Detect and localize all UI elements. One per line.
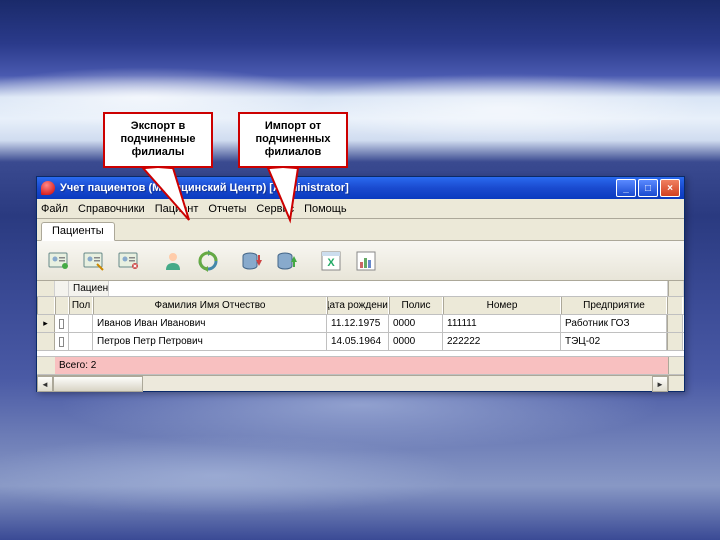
- tb-export[interactable]: [236, 245, 268, 277]
- scroll-right-icon[interactable]: ►: [652, 376, 668, 392]
- scroll-left-icon[interactable]: ◄: [37, 376, 53, 392]
- data-grid: Пациент Пол Фамилия Имя Отчество Дата ро…: [37, 281, 684, 375]
- filter-row: Пациент: [37, 281, 684, 297]
- callout-export-text: Экспорт в подчиненные филиалы: [103, 112, 213, 168]
- cell-polis: 0000: [389, 315, 443, 332]
- menu-file[interactable]: Файл: [41, 203, 68, 215]
- minimize-button[interactable]: _: [616, 179, 636, 197]
- tb-excel[interactable]: X: [315, 245, 347, 277]
- header-row: Пол Фамилия Имя Отчество Дата рождения П…: [37, 297, 684, 315]
- cell-fio: Иванов Иван Иванович: [93, 315, 327, 332]
- callout-arrow-icon: [133, 168, 193, 228]
- scroll-thumb[interactable]: [53, 376, 143, 392]
- callout-import: Импорт от подчиненных филиалов: [238, 112, 348, 168]
- app-icon: [41, 181, 55, 195]
- tb-card1[interactable]: [43, 245, 75, 277]
- table-row[interactable]: ▸ Иванов Иван Иванович 11.12.1975 0000 1…: [37, 315, 684, 333]
- cell-date: 11.12.1975: [327, 315, 389, 332]
- menu-report[interactable]: Отчеты: [208, 203, 246, 215]
- callout-export: Экспорт в подчиненные филиалы: [103, 112, 213, 168]
- footer-row: Всего: 2: [37, 357, 684, 375]
- menu-help[interactable]: Помощь: [304, 203, 347, 215]
- col-polis[interactable]: Полис: [389, 297, 443, 314]
- cell-nomer: 222222: [443, 333, 561, 350]
- cell-polis: 0000: [389, 333, 443, 350]
- footer-total: Всего: 2: [55, 357, 115, 374]
- cell-pred: Работник ГОЗ: [561, 315, 667, 332]
- col-pred[interactable]: Предприятие: [561, 297, 667, 314]
- col-pol[interactable]: Пол: [69, 297, 93, 314]
- maximize-button[interactable]: □: [638, 179, 658, 197]
- callout-arrow-icon: [258, 168, 308, 228]
- cell-date: 14.05.1964: [327, 333, 389, 350]
- table-row[interactable]: Петров Петр Петрович 14.05.1964 0000 222…: [37, 333, 684, 351]
- checkbox-icon: [59, 337, 64, 347]
- cell-fio: Петров Петр Петрович: [93, 333, 327, 350]
- tab-patients[interactable]: Пациенты: [41, 222, 115, 241]
- cell-nomer: 111111: [443, 315, 561, 332]
- tb-card3[interactable]: [113, 245, 145, 277]
- row-indicator-icon: ▸: [43, 318, 48, 329]
- col-fio[interactable]: Фамилия Имя Отчество: [93, 297, 327, 314]
- toolbar: X: [37, 241, 684, 281]
- checkbox-icon: [59, 319, 64, 329]
- col-nomer[interactable]: Номер: [443, 297, 561, 314]
- filter-input[interactable]: [109, 281, 668, 296]
- tb-chart[interactable]: [350, 245, 382, 277]
- tb-card2[interactable]: [78, 245, 110, 277]
- cell-pred: ТЭЦ-02: [561, 333, 667, 350]
- horizontal-scrollbar[interactable]: ◄ ►: [37, 375, 684, 391]
- svg-text:X: X: [327, 257, 335, 269]
- callout-import-text: Импорт от подчиненных филиалов: [238, 112, 348, 168]
- col-date[interactable]: Дата рождения: [327, 297, 389, 314]
- tb-refresh[interactable]: [192, 245, 224, 277]
- filter-label: Пациент: [69, 281, 109, 296]
- tb-import[interactable]: [271, 245, 303, 277]
- tb-person[interactable]: [157, 245, 189, 277]
- close-button[interactable]: ×: [660, 179, 680, 197]
